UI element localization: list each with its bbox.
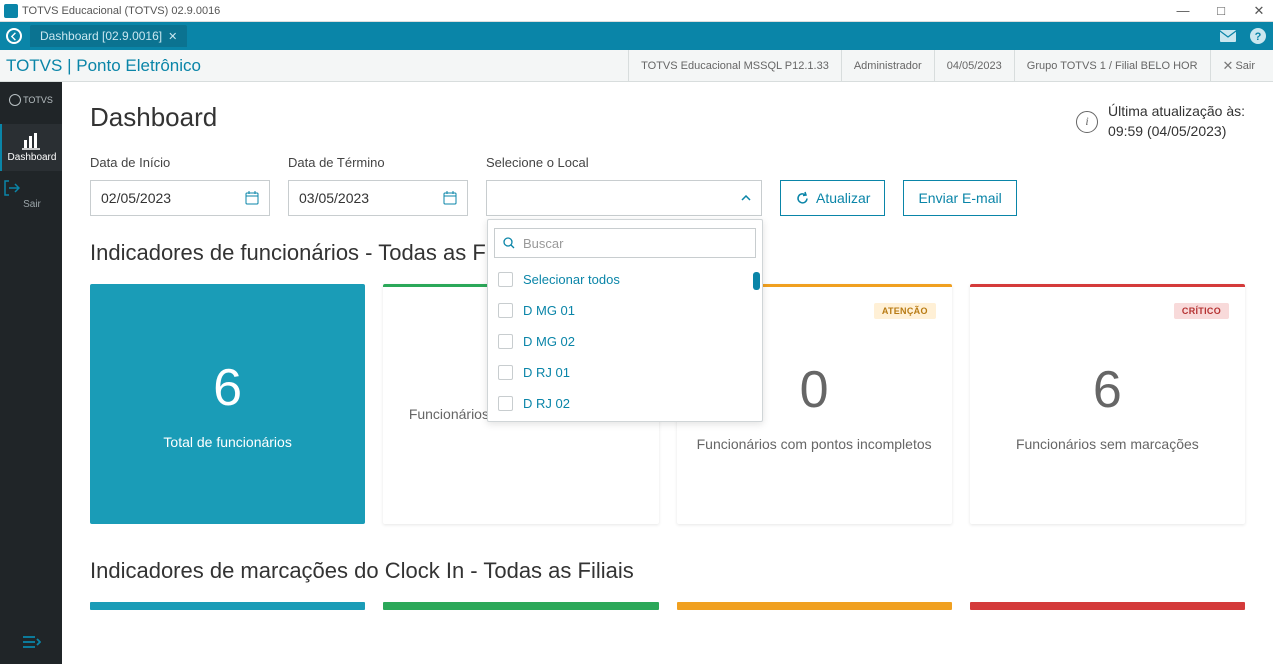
refresh-icon [795, 191, 810, 206]
card-total-employees[interactable]: 6 Total de funcionários [90, 284, 365, 524]
card-label: Funcionários sem marcações [1016, 436, 1199, 452]
header-bar: TOTVS | Ponto Eletrônico TOTVS Educacion… [0, 50, 1273, 82]
tab-close-icon[interactable]: ✕ [168, 30, 177, 43]
sidebar-item-dashboard[interactable]: Dashboard [0, 124, 62, 171]
close-window-button[interactable]: ✕ [1249, 3, 1269, 19]
checkbox-icon [498, 365, 513, 380]
checkbox-icon [498, 303, 513, 318]
bar-segment [970, 602, 1245, 610]
select-all-label: Selecionar todos [523, 272, 620, 287]
page-title: Dashboard [90, 102, 217, 133]
main-content: Dashboard i Última atualização às: 09:59… [62, 82, 1273, 664]
start-date-input[interactable]: 02/05/2023 [90, 180, 270, 216]
dropdown-option[interactable]: D MG 02 [494, 326, 754, 357]
card-label: Total de funcionários [163, 434, 291, 450]
header-user: Administrador [841, 50, 934, 82]
tab-dashboard[interactable]: Dashboard [02.9.0016] ✕ [30, 25, 187, 47]
svg-text:?: ? [1255, 31, 1262, 43]
sidebar: TOTVS Dashboard Sair [0, 82, 62, 664]
send-email-button[interactable]: Enviar E-mail [903, 180, 1016, 216]
dropdown-select-all[interactable]: Selecionar todos [494, 264, 754, 295]
bar-segment [677, 602, 952, 610]
start-date-label: Data de Início [90, 155, 270, 170]
header-date: 04/05/2023 [934, 50, 1014, 82]
bar-segment [383, 602, 658, 610]
app-icon [4, 4, 18, 18]
header-group: Grupo TOTVS 1 / Filial BELO HOR [1014, 50, 1210, 82]
local-label: Selecione o Local [486, 155, 762, 170]
local-select[interactable]: Buscar Selecionar todos D MG 01 [486, 180, 762, 216]
card-no-marks[interactable]: CRÍTICO 6 Funcionários sem marcações [970, 284, 1245, 524]
scrollbar-thumb[interactable] [753, 272, 760, 290]
mail-icon[interactable] [1219, 29, 1237, 43]
tab-label: Dashboard [02.9.0016] [40, 29, 162, 43]
local-dropdown: Buscar Selecionar todos D MG 01 [487, 219, 763, 422]
calendar-icon[interactable] [443, 191, 457, 205]
app-tabbar: Dashboard [02.9.0016] ✕ ? [0, 22, 1273, 50]
sidebar-item-label: Dashboard [8, 152, 57, 163]
logout-icon [2, 179, 62, 197]
dropdown-option[interactable]: D RJ 02 [494, 388, 754, 419]
section-clockin-title: Indicadores de marcações do Clock In - T… [90, 558, 1245, 584]
card-number: 0 [800, 360, 829, 420]
checkbox-icon [498, 272, 513, 287]
card-label: Funcionários com pontos incompletos [697, 436, 932, 452]
option-label: D MG 02 [523, 334, 575, 349]
checkbox-icon [498, 334, 513, 349]
dropdown-option[interactable]: D RJ 01 [494, 357, 754, 388]
option-label: D RJ 01 [523, 365, 570, 380]
bar-segment [90, 602, 365, 610]
sidebar-item-sair[interactable]: Sair [0, 171, 62, 218]
start-date-value: 02/05/2023 [101, 190, 171, 206]
end-date-input[interactable]: 03/05/2023 [288, 180, 468, 216]
sidebar-item-label: Sair [23, 199, 41, 210]
maximize-button[interactable]: □ [1211, 3, 1231, 19]
minimize-button[interactable]: — [1173, 3, 1193, 19]
info-icon[interactable]: i [1076, 111, 1098, 133]
end-date-value: 03/05/2023 [299, 190, 369, 206]
totvs-ring-icon [9, 94, 21, 106]
update-time: 09:59 (04/05/2023) [1108, 122, 1245, 142]
card-number: 6 [213, 358, 242, 418]
window-titlebar: TOTVS Educacional (TOTVS) 02.9.0016 — □ … [0, 0, 1273, 22]
end-date-label: Data de Término [288, 155, 468, 170]
sidebar-expand-icon[interactable] [21, 634, 41, 650]
clockin-cards-preview [90, 602, 1245, 610]
checkbox-icon [498, 396, 513, 411]
sidebar-logo: TOTVS [9, 94, 53, 106]
calendar-icon[interactable] [245, 191, 259, 205]
help-icon[interactable]: ? [1249, 27, 1267, 45]
window-title: TOTVS Educacional (TOTVS) 02.9.0016 [22, 5, 1173, 17]
email-label: Enviar E-mail [918, 190, 1001, 206]
refresh-button[interactable]: Atualizar [780, 180, 885, 216]
exit-label: Sair [1235, 60, 1255, 72]
last-update-info: i Última atualização às: 09:59 (04/05/20… [1076, 102, 1245, 141]
update-label: Última atualização às: [1108, 102, 1245, 122]
chevron-up-icon [741, 195, 751, 201]
option-label: D RJ 02 [523, 396, 570, 411]
app-title: TOTVS | Ponto Eletrônico [6, 56, 201, 76]
header-exit-button[interactable]: ✕ Sair [1210, 50, 1267, 82]
window-controls: — □ ✕ [1173, 3, 1269, 19]
refresh-label: Atualizar [816, 190, 870, 206]
header-env: TOTVS Educacional MSSQL P12.1.33 [628, 50, 841, 82]
back-icon[interactable] [6, 28, 22, 44]
option-label: D MG 01 [523, 303, 575, 318]
dropdown-option[interactable]: D MG 01 [494, 295, 754, 326]
search-icon [503, 237, 515, 249]
attention-badge: ATENÇÃO [874, 303, 936, 319]
dropdown-search-input[interactable]: Buscar [494, 228, 756, 258]
chart-icon [2, 132, 62, 150]
card-number: 6 [1093, 360, 1122, 420]
close-icon: ✕ [1223, 58, 1234, 74]
search-placeholder: Buscar [523, 236, 563, 251]
critical-badge: CRÍTICO [1174, 303, 1229, 319]
